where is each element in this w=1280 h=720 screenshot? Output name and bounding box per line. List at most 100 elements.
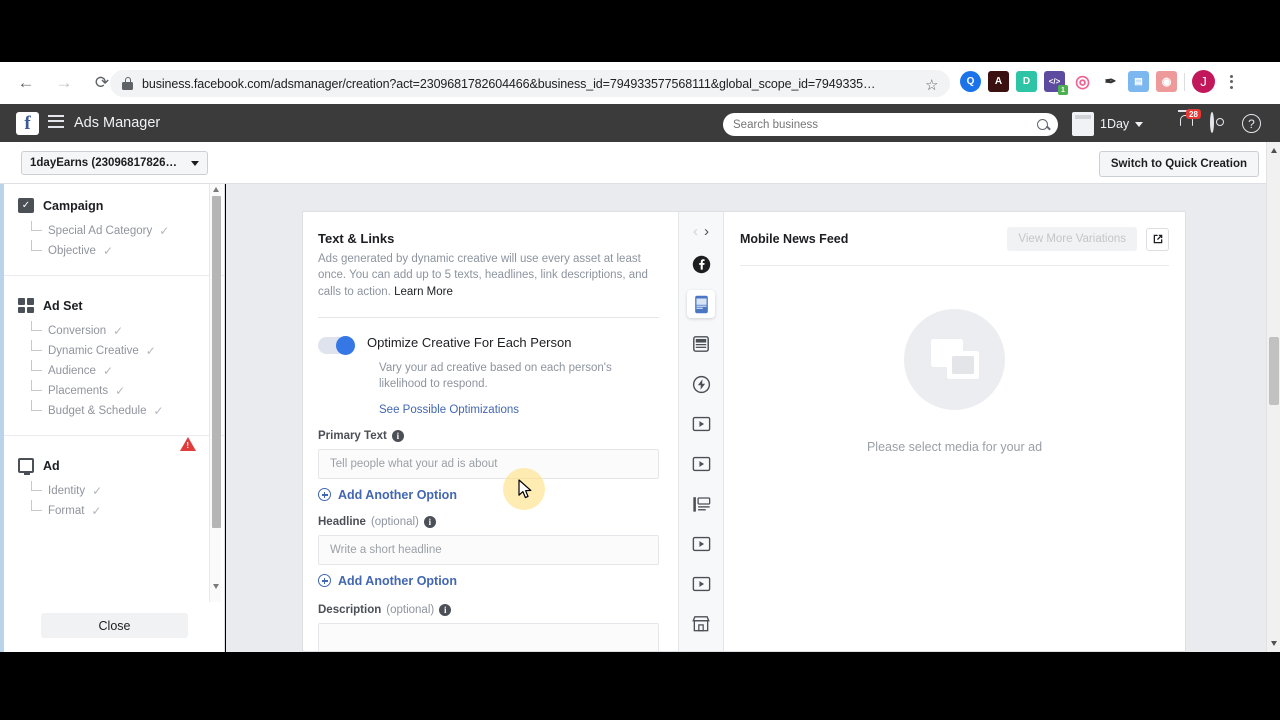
camera-extension-icon[interactable]: ◉ <box>1156 71 1177 92</box>
scroll-down-arrow-icon[interactable] <box>213 584 219 589</box>
sidebar-item-label: Format <box>48 505 85 517</box>
info-icon[interactable]: i <box>439 603 452 616</box>
info-icon[interactable]: i <box>423 515 436 528</box>
suggested-video-icon[interactable] <box>687 570 715 598</box>
settings-button[interactable] <box>1210 112 1214 133</box>
search-input[interactable] <box>733 118 1037 131</box>
in-stream-video-icon[interactable] <box>687 410 715 438</box>
facebook-logo[interactable]: f <box>16 112 39 135</box>
sidebar-sub-list: Identity ✓ Format ✓ <box>31 481 224 521</box>
help-button[interactable]: ? <box>1242 114 1261 133</box>
chevron-right-icon[interactable]: › <box>704 223 709 240</box>
grammarly-extension-icon[interactable]: D <box>1016 71 1037 92</box>
calendar-icon <box>1072 112 1094 136</box>
video-placement-icon[interactable] <box>687 530 715 558</box>
sidebar-item-budget-schedule[interactable]: Budget & Schedule ✓ <box>31 400 224 421</box>
back-arrow-icon[interactable]: ← <box>14 71 38 95</box>
bluetext-extension-icon[interactable]: ▤ <box>1128 71 1149 92</box>
add-another-option-primary-text[interactable]: Add Another Option <box>318 488 659 502</box>
text-and-links-form: Text & Links Ads generated by dynamic cr… <box>303 212 679 651</box>
search-icon <box>1037 119 1048 130</box>
video-feeds-icon[interactable] <box>687 450 715 478</box>
spiral-extension-icon[interactable]: ◎ <box>1072 71 1093 92</box>
right-column-icon[interactable] <box>687 490 715 518</box>
learn-more-link[interactable]: Learn More <box>394 286 453 298</box>
chevron-left-icon[interactable]: ‹ <box>693 223 698 240</box>
preview-header: Mobile News Feed View More Variations <box>724 212 1185 251</box>
see-possible-optimizations-link[interactable]: See Possible Optimizations <box>379 404 659 416</box>
info-icon[interactable]: i <box>391 429 404 442</box>
marketplace-icon[interactable] <box>687 610 715 638</box>
optimize-creative-toggle[interactable] <box>318 335 355 355</box>
chrome-menu-icon[interactable] <box>1222 74 1240 89</box>
view-more-variations-button[interactable]: View More Variations <box>1007 227 1137 251</box>
toolbar-divider <box>1184 72 1185 91</box>
search-extension-icon[interactable]: Q <box>960 71 981 92</box>
sidebar-item-format[interactable]: Format ✓ <box>31 500 224 521</box>
placement-rail: ‹ › <box>679 212 724 651</box>
sidebar-item-placements[interactable]: Placements ✓ <box>31 380 224 401</box>
business-search-box[interactable] <box>723 113 1058 136</box>
add-another-option-headline[interactable]: Add Another Option <box>318 574 659 588</box>
avatar[interactable]: J <box>1192 70 1215 93</box>
sidebar-item-special-ad-category[interactable]: Special Ad Category ✓ <box>31 221 224 241</box>
sidebar-item-label: Conversion <box>48 325 107 337</box>
primary-text-input[interactable]: Tell people what your ad is about <box>318 448 659 479</box>
page-scroll-thumb[interactable] <box>1269 337 1279 405</box>
code-extension-icon[interactable]: </> 1 <box>1044 71 1068 95</box>
description-input[interactable] <box>318 622 659 651</box>
hamburger-menu-icon[interactable] <box>48 115 64 131</box>
facebook-logo-icon[interactable] <box>687 250 715 278</box>
ad-account-selector[interactable]: 1dayEarns (23096817826… <box>21 151 208 175</box>
placement-rail-nav: ‹ › <box>679 212 723 240</box>
eyedropper-extension-icon[interactable]: ✒ <box>1100 71 1121 92</box>
scroll-down-arrow-icon[interactable] <box>1271 641 1277 646</box>
sidebar-group-title: Campaign <box>43 198 104 213</box>
ad-preview-panel: Mobile News Feed View More Variations Pl… <box>724 212 1185 651</box>
placement-icon-list <box>679 250 723 651</box>
check-icon: ✓ <box>102 364 114 378</box>
optimize-creative-label: Optimize Creative For Each Person <box>367 334 572 350</box>
sidebar-item-identity[interactable]: Identity ✓ <box>31 481 224 501</box>
forward-arrow-icon[interactable]: → <box>52 71 76 95</box>
sidebar-group-adset[interactable]: Ad Set Conversion ✓ Dynamic Creative ✓ A… <box>4 276 224 436</box>
primary-text-placeholder: Tell people what your ad is about <box>330 457 498 470</box>
headline-input[interactable]: Write a short headline <box>318 534 659 565</box>
adobe-acrobat-extension-icon[interactable]: A <box>988 71 1009 92</box>
preview-empty-message: Please select media for your ad <box>866 440 1043 454</box>
field-label-text: Headline <box>318 515 366 528</box>
sidebar-scroll-thumb[interactable] <box>212 196 221 528</box>
headline-placeholder: Write a short headline <box>330 543 442 556</box>
lock-icon <box>122 77 133 90</box>
page-scrollbar[interactable] <box>1266 142 1280 652</box>
sidebar-item-dynamic-creative[interactable]: Dynamic Creative ✓ <box>31 340 224 361</box>
primary-text-field-block: Primary Text i Tell people what your ad … <box>318 429 659 502</box>
scroll-up-arrow-icon[interactable] <box>213 187 219 192</box>
letterbox-top <box>0 0 1280 62</box>
check-icon: ✓ <box>159 224 170 238</box>
sidebar-group-campaign[interactable]: ✓ Campaign Special Ad Category ✓ Objecti… <box>4 184 224 276</box>
campaign-checkbox-icon: ✓ <box>18 198 34 213</box>
instant-article-icon[interactable] <box>687 370 715 398</box>
bookmark-star-icon[interactable]: ☆ <box>925 76 938 94</box>
sidebar-item-label: Placements <box>48 385 109 397</box>
close-button[interactable]: Close <box>41 613 188 638</box>
sidebar-item-label: Special Ad Category <box>48 225 153 237</box>
open-external-icon[interactable] <box>1146 227 1169 251</box>
sidebar-item-objective[interactable]: Objective ✓ <box>31 240 224 261</box>
mobile-news-feed-icon[interactable] <box>687 290 715 318</box>
date-range-selector[interactable]: 1Day <box>1072 112 1144 136</box>
description-label: Description (optional) i <box>318 603 659 616</box>
plus-circle-icon <box>318 488 331 502</box>
sidebar-scrollbar[interactable] <box>209 184 221 602</box>
address-bar[interactable]: business.facebook.com/adsmanager/creatio… <box>110 70 950 97</box>
sidebar-item-audience[interactable]: Audience ✓ <box>31 360 224 381</box>
scroll-up-arrow-icon[interactable] <box>1271 148 1277 153</box>
ads-manager-top-bar: f Ads Manager 1Day 28 ? <box>0 104 1280 142</box>
field-optional-text: (optional) <box>370 515 419 528</box>
sidebar-item-conversion[interactable]: Conversion ✓ <box>31 321 224 341</box>
field-optional-text: (optional) <box>386 603 435 616</box>
desktop-news-feed-icon[interactable] <box>687 330 715 358</box>
switch-quick-creation-button[interactable]: Switch to Quick Creation <box>1098 151 1259 177</box>
sidebar-group-ad[interactable]: Ad Identity ✓ Format ✓ <box>4 436 224 535</box>
